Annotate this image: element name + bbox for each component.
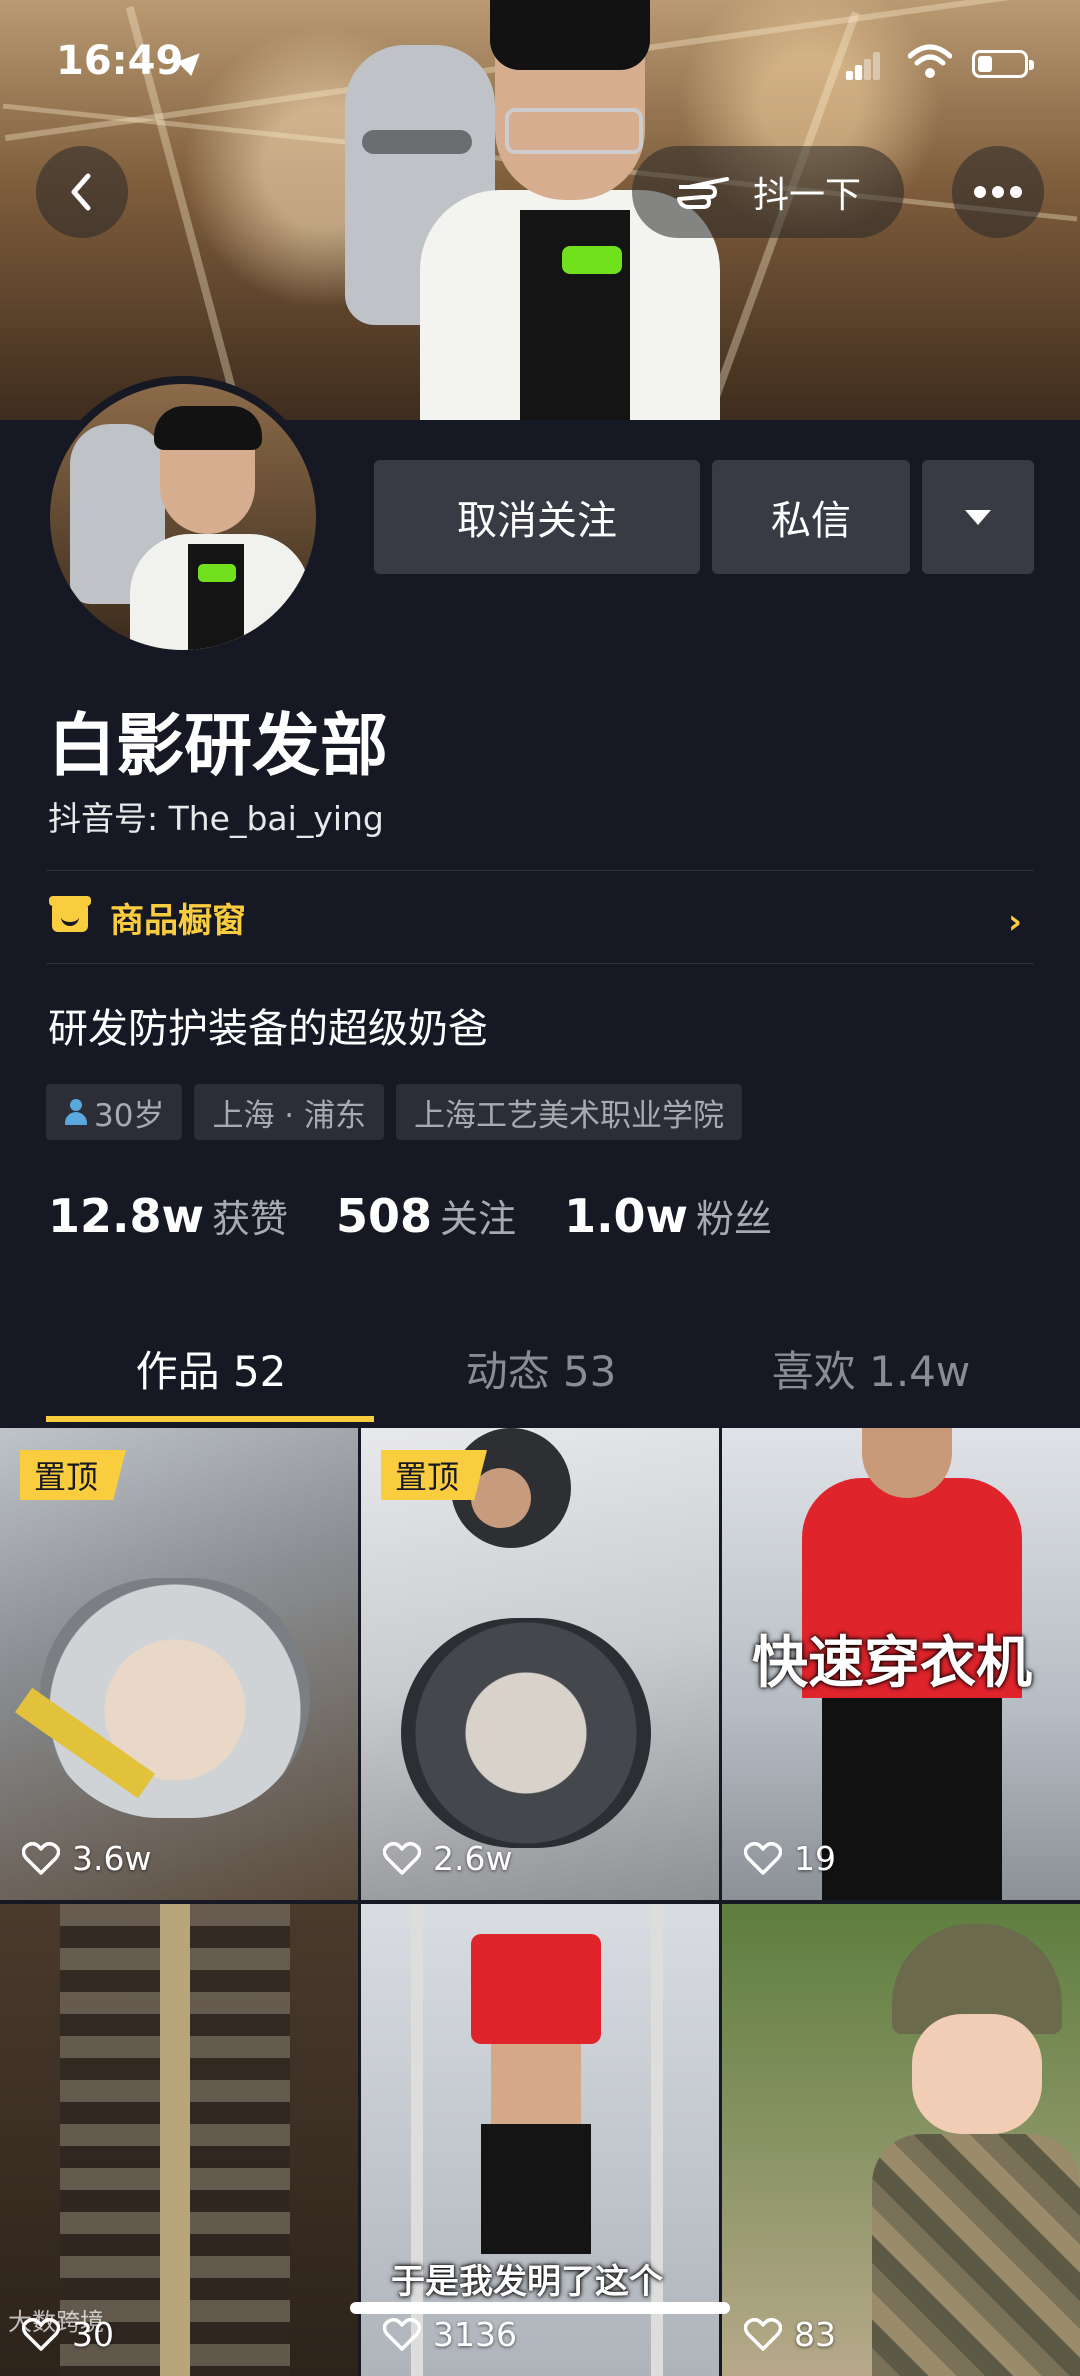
watermark: 大数跨境 [8,2308,104,2336]
likes-label: 获赞 [212,1197,289,1241]
heart-icon [383,2317,421,2351]
profile-stats: 12.8w 获赞 508 关注 1.0w 粉丝 [48,1188,820,1243]
tab-works[interactable]: 作品 52 [46,1318,376,1418]
like-count: 3.6w [22,1839,151,1878]
shop-window-label: 商品橱窗 [110,900,246,941]
heart-icon [744,2317,782,2351]
video-thumbnail[interactable]: 快速穿衣机 19 [722,1428,1080,1900]
like-count: 2.6w [383,1839,512,1878]
back-button[interactable] [36,146,128,238]
fans-count[interactable]: 1.0w [564,1189,688,1243]
shop-icon [49,896,91,932]
battery-icon [972,50,1034,78]
heart-icon [22,1841,60,1875]
chevron-right-icon: › [1007,902,1022,942]
profile-name: 白影研发部 [48,707,389,786]
status-bar: 16:49 [0,0,1080,130]
home-indicator[interactable] [350,2302,730,2314]
heart-icon [383,1841,421,1875]
triangle-down-icon [965,509,991,525]
divider [46,870,1034,871]
cellular-signal-icon [846,50,880,80]
like-count: 19 [744,1839,836,1878]
video-thumbnail[interactable]: 83 [722,1904,1080,2376]
video-thumbnail[interactable]: 置顶 3.6w [0,1428,358,1900]
pinned-badge: 置顶 [20,1450,127,1500]
recommend-dropdown-button[interactable] [922,460,1034,574]
fans-label[interactable]: 粉丝 [696,1188,772,1243]
location-tag: 上海 · 浦东 [194,1084,385,1140]
likes-count: 12.8w [48,1189,204,1243]
tab-likes[interactable]: 喜欢 1.4w [706,1318,1036,1418]
pinned-badge: 置顶 [381,1450,488,1500]
video-caption: 于是我发明了这个 [391,2262,663,2302]
content-tabs: 作品 52 动态 53 喜欢 1.4w [0,1318,1080,1428]
video-caption: 快速穿衣机 [752,1631,1032,1696]
profile-tags: 30岁 上海 · 浦东 上海工艺美术职业学院 [46,1084,743,1140]
dou-yi-xia-label: 抖一下 [752,175,861,216]
video-grid: 置顶 3.6w 置顶 2.6w 快速穿衣机 19 30 于是我发明了这个 313… [0,1428,1080,2376]
status-time: 16:49 [56,38,184,84]
chevron-left-icon [71,173,91,211]
avatar[interactable] [42,376,324,658]
person-icon [64,1099,88,1125]
tab-dynamics[interactable]: 动态 53 [376,1318,706,1418]
pointing-hand-icon [676,177,729,209]
video-thumbnail[interactable]: 置顶 2.6w [361,1428,719,1900]
message-button[interactable]: 私信 [712,460,910,574]
more-dots-icon [974,186,1022,198]
age-tag: 30岁 [46,1084,183,1140]
unfollow-button[interactable]: 取消关注 [374,460,700,574]
heart-icon [744,1841,782,1875]
active-tab-indicator [46,1416,374,1422]
dou-yi-xia-button[interactable]: 抖一下 [632,146,904,238]
bio: 研发防护装备的超级奶爸 [48,1006,488,1052]
like-count: 3136 [383,2315,517,2354]
shop-window-row[interactable]: 商品橱窗 › [46,872,1034,962]
following-label[interactable]: 关注 [440,1188,516,1243]
douyin-id: 抖音号: The_bai_ying [48,799,384,838]
following-count[interactable]: 508 [336,1189,432,1243]
divider [46,963,1034,964]
wifi-icon [908,44,952,78]
school-tag: 上海工艺美术职业学院 [396,1084,743,1140]
like-count: 83 [744,2315,836,2354]
more-options-button[interactable] [952,146,1044,238]
